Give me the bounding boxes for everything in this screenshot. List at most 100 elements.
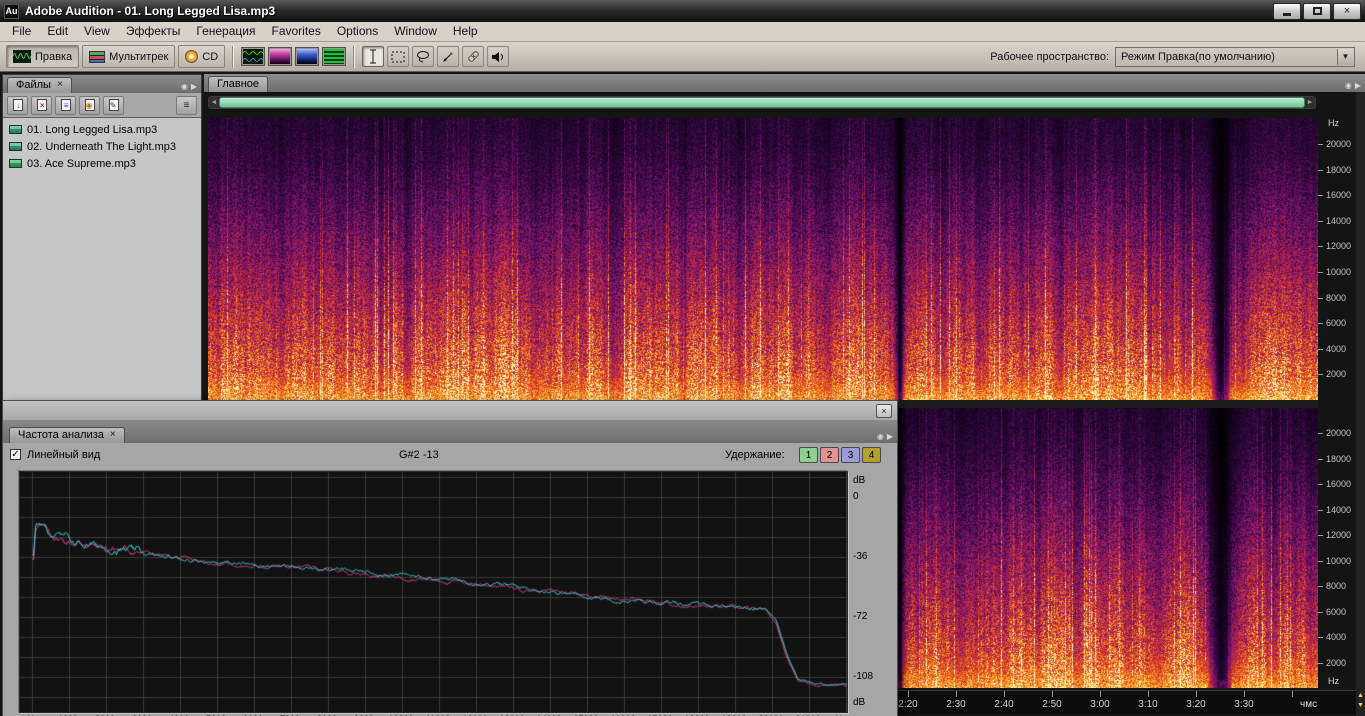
timeline-label: 2:50 bbox=[1042, 699, 1062, 710]
note-readout: G#2 -13 bbox=[399, 449, 439, 461]
hold-slot-3-button[interactable]: 3 bbox=[841, 447, 860, 463]
scrub-tool-button[interactable] bbox=[487, 46, 510, 67]
cd-view-button[interactable]: CD bbox=[178, 45, 226, 68]
panel-arrow-icon[interactable]: ▶ bbox=[191, 83, 197, 91]
y-axis-unit-top: dB bbox=[853, 475, 866, 486]
edit-view-button[interactable]: Правка bbox=[6, 45, 80, 68]
file-list-item[interactable]: 03. Ace Supreme.mp3 bbox=[3, 155, 201, 172]
maximize-icon bbox=[1312, 7, 1322, 15]
timeline-label: 2:30 bbox=[946, 699, 966, 710]
y-axis-tick-label: 0 bbox=[853, 491, 859, 502]
close-button[interactable]: × bbox=[1333, 2, 1361, 20]
hold-slot-4-button[interactable]: 4 bbox=[862, 447, 881, 463]
waveform-display-button[interactable] bbox=[241, 47, 266, 66]
freq-ruler-tick-label: 4000 bbox=[1326, 632, 1347, 642]
marquee-selection-tool-button[interactable] bbox=[387, 46, 410, 67]
frequency-ruler-top[interactable]: Hz 20000 18000 16000 14000 12000 10000 8000 6000… bbox=[1318, 118, 1356, 400]
spectral-phase-display-button[interactable] bbox=[322, 47, 347, 66]
close-icon[interactable]: × bbox=[110, 430, 116, 440]
menu-edit[interactable]: Edit bbox=[39, 22, 76, 41]
frequency-analysis-canvas[interactable] bbox=[20, 472, 847, 712]
spectrogram-left-channel[interactable] bbox=[208, 118, 1318, 400]
freq-ruler-tick-label: 14000 bbox=[1326, 215, 1352, 226]
options-icon: ≡ bbox=[183, 99, 190, 111]
freq-ruler-tick-label: 16000 bbox=[1326, 479, 1352, 489]
edit-file-icon: ✎ bbox=[108, 99, 119, 111]
hold-slot-1-button[interactable]: 1 bbox=[799, 447, 818, 463]
spectral-pan-display-button[interactable] bbox=[295, 47, 320, 66]
audio-file-icon bbox=[9, 159, 22, 168]
menu-help[interactable]: Help bbox=[445, 22, 486, 41]
panel-arrow-icon[interactable]: ▶ bbox=[887, 433, 893, 441]
close-icon[interactable]: × bbox=[57, 80, 63, 90]
workspace-dropdown-button[interactable]: ▼ bbox=[1337, 48, 1353, 65]
freq-ruler-tick bbox=[1318, 611, 1323, 613]
freq-ruler-tick-label: 10000 bbox=[1326, 267, 1352, 277]
scroll-left-button[interactable]: ◄ bbox=[209, 97, 219, 108]
workspace-value: Режим Правка(по умолчанию) bbox=[1121, 50, 1275, 63]
tab-frequency-analysis[interactable]: Частота анализа × bbox=[9, 427, 125, 443]
horizontal-zoom-scrollbar[interactable]: ◄ ► bbox=[208, 96, 1316, 109]
scroll-right-button[interactable]: ► bbox=[1305, 97, 1315, 108]
main-panel-menu: ◉ ▶ bbox=[1345, 82, 1365, 92]
frequency-analysis-close-button[interactable]: × bbox=[876, 404, 892, 418]
main-tab-label: Главное bbox=[217, 78, 260, 90]
frequency-analysis-panel-menu: ◉ ▶ bbox=[877, 433, 897, 443]
menu-effects[interactable]: Эффекты bbox=[118, 22, 189, 41]
hold-slot-2-button[interactable]: 2 bbox=[820, 447, 839, 463]
freq-ruler-tick bbox=[1318, 195, 1323, 197]
freq-ruler-tick bbox=[1318, 586, 1323, 587]
freq-ruler-tick-label: 10000 bbox=[1326, 555, 1352, 566]
speaker-icon bbox=[492, 51, 504, 62]
tab-files[interactable]: Файлы × bbox=[7, 77, 72, 93]
maximize-button[interactable] bbox=[1303, 2, 1331, 20]
insert-into-multitrack-button[interactable]: ≡ bbox=[55, 95, 76, 115]
panel-menu-icon[interactable]: ◉ bbox=[877, 433, 884, 441]
effects-paintbrush-tool-button[interactable] bbox=[437, 46, 460, 67]
vertical-zoom-out-icon[interactable]: ▼ bbox=[1356, 702, 1365, 709]
panel-menu-icon[interactable]: ◉ bbox=[181, 83, 188, 91]
time-selection-tool-button[interactable] bbox=[362, 46, 385, 67]
menu-options[interactable]: Options bbox=[329, 22, 386, 41]
frequency-analysis-plot[interactable] bbox=[19, 471, 848, 713]
menu-file[interactable]: File bbox=[4, 22, 39, 41]
y-axis-tick-label: -72 bbox=[853, 611, 868, 622]
panel-arrow-icon[interactable]: ▶ bbox=[1355, 82, 1361, 90]
menu-view[interactable]: View bbox=[76, 22, 118, 41]
close-file-button[interactable]: × bbox=[31, 95, 52, 115]
files-panel-options-button[interactable]: ≡ bbox=[176, 95, 197, 115]
cd-icon bbox=[185, 50, 199, 63]
timeline-tick bbox=[908, 691, 909, 697]
y-axis-tick-label: -108 bbox=[853, 671, 874, 682]
freq-ruler-tick bbox=[1318, 484, 1323, 485]
tab-main[interactable]: Главное bbox=[208, 76, 269, 92]
spectral-frequency-display-button[interactable] bbox=[268, 47, 293, 66]
menu-window[interactable]: Window bbox=[386, 22, 445, 41]
zoom-scrollbar-thumb[interactable] bbox=[219, 97, 1305, 108]
frequency-analysis-titlebar[interactable]: × bbox=[3, 401, 897, 421]
lasso-selection-tool-button[interactable] bbox=[412, 46, 435, 67]
multitrack-view-button[interactable]: Мультитрек bbox=[82, 45, 176, 68]
linear-view-checkbox[interactable]: ✓ bbox=[10, 449, 21, 460]
file-list-item[interactable]: 02. Underneath The Light.mp3 bbox=[3, 138, 201, 155]
files-tab-label: Файлы bbox=[16, 79, 51, 91]
hold-buttons: 1234 bbox=[799, 447, 881, 463]
menu-favorites[interactable]: Favorites bbox=[263, 22, 328, 41]
panel-menu-icon[interactable]: ◉ bbox=[1345, 82, 1352, 90]
waveform-display-icon bbox=[242, 49, 264, 64]
ibeam-icon bbox=[370, 49, 377, 64]
insert-into-cd-button[interactable]: ◉ bbox=[79, 95, 100, 115]
scroll-right-icon: ► bbox=[1306, 99, 1314, 106]
edit-file-button[interactable]: ✎ bbox=[103, 95, 124, 115]
spectral-phase-icon bbox=[324, 49, 345, 64]
timeline-label: 3:00 bbox=[1090, 699, 1110, 710]
frequency-ruler-bottom[interactable]: Hz 20000 18000 16000 14000 12000 10000 8000 6000… bbox=[1318, 408, 1356, 688]
vertical-zoom-in-icon[interactable]: ▲ bbox=[1356, 692, 1365, 699]
minimize-button[interactable] bbox=[1273, 2, 1301, 20]
import-file-button[interactable]: ↓ bbox=[7, 95, 28, 115]
timeline-label: 3:10 bbox=[1138, 699, 1158, 710]
workspace-dropdown[interactable]: Режим Правка(по умолчанию) ▼ bbox=[1115, 46, 1355, 67]
spot-healing-brush-tool-button[interactable] bbox=[462, 46, 485, 67]
menu-generate[interactable]: Генерация bbox=[188, 22, 263, 41]
file-list-item[interactable]: 01. Long Legged Lisa.mp3 bbox=[3, 121, 201, 138]
